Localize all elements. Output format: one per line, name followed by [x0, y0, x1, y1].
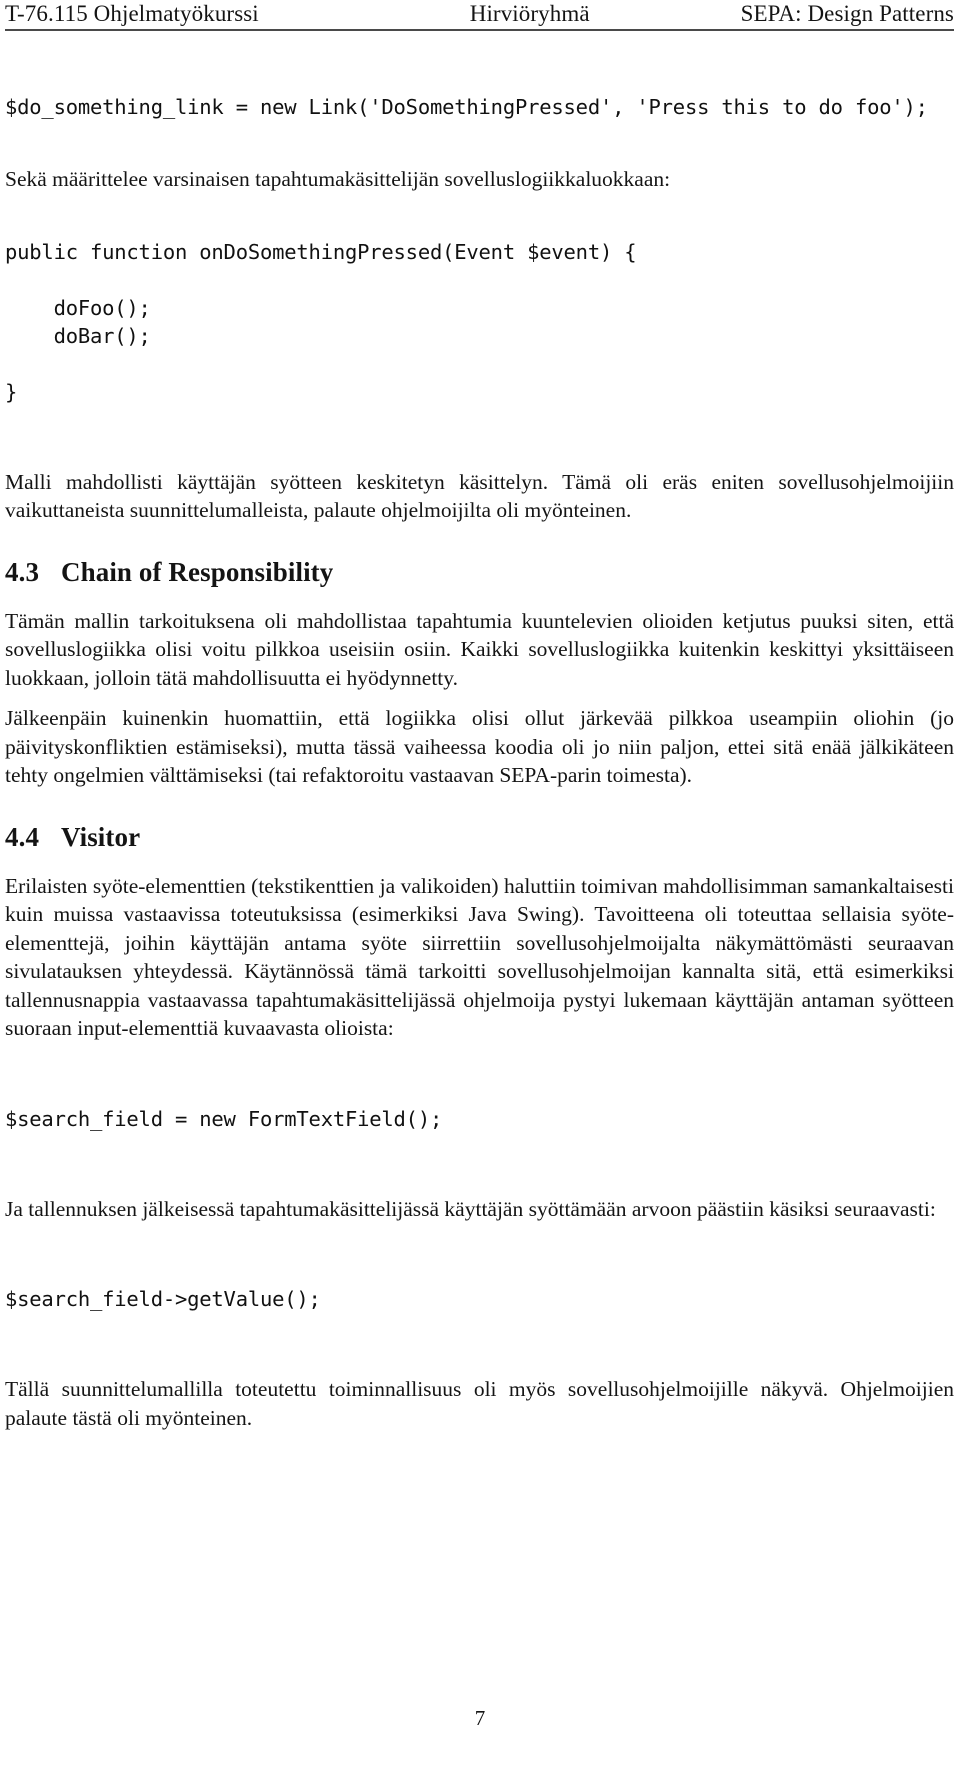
section-number-4-4: 4.4 [5, 821, 40, 852]
section-number-4-3: 4.3 [5, 556, 40, 587]
paragraph-4-3-second: Jälkeenpäin kuinenkin huomattiin, että l… [5, 706, 954, 787]
code-block-link-construction: $do_something_link = new Link('DoSomethi… [5, 95, 928, 119]
header-document-title: SEPA: Design Patterns [740, 1, 954, 26]
code-block-get-value: $search_field->getValue(); [5, 1287, 321, 1311]
page-content: $do_something_link = new Link('DoSomethi… [5, 31, 954, 1432]
code-block-form-text-field: $search_field = new FormTextField(); [5, 1106, 443, 1131]
code-block-event-handler: public function onDoSomethingPressed(Eve… [5, 239, 637, 404]
page-number: 7 [474, 1706, 486, 1730]
section-title-4-3: Chain of Responsibility [61, 556, 334, 587]
paragraph-4-4-second: Ja tallennuksen jälkeisessä tapahtumakäs… [5, 1196, 936, 1221]
paragraph-4-3-first: Tämän mallin tarkoituksena oli mahdollis… [5, 608, 954, 690]
header-course-code: T-76.115 Ohjelmatyökurssi [5, 1, 259, 26]
running-header: T-76.115 Ohjelmatyökurssi Hirviöryhmä SE… [5, 0, 954, 25]
paragraph-handler-intro: Sekä määrittelee varsinaisen tapahtumakä… [5, 167, 671, 191]
section-title-4-4: Visitor [61, 821, 141, 852]
section-heading-4-4: 4.4 Visitor [5, 820, 954, 854]
section-heading-4-3: 4.3 Chain of Responsibility [5, 555, 954, 589]
paragraph-malli-summary: Malli mahdollisti käyttäjän syötteen kes… [5, 469, 954, 523]
paragraph-4-4-first: Erilaisten syöte-elementtien (tekstikent… [5, 873, 954, 1041]
paragraph-4-4-third: Tällä suunnittelumallilla toteutettu toi… [5, 1377, 954, 1430]
document-page: T-76.115 Ohjelmatyökurssi Hirviöryhmä SE… [0, 0, 960, 1778]
header-group-name: Hirviöryhmä [469, 1, 590, 26]
